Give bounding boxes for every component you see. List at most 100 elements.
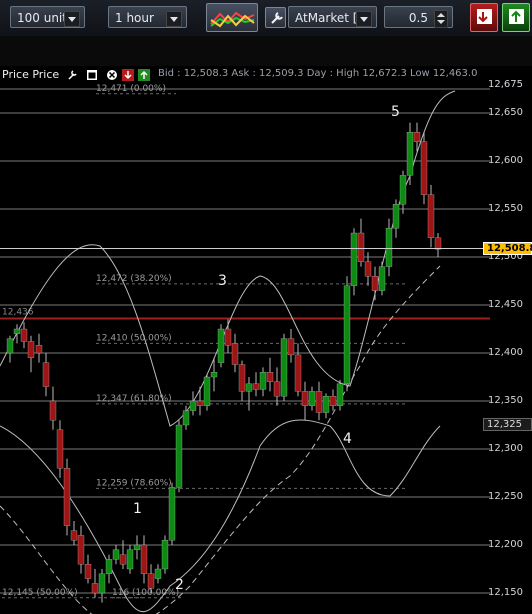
candle-body: [259, 372, 267, 390]
top-toolbar: 100 units 1 hour AtMarket [... 0.5: [0, 0, 532, 37]
fib-label: 12,472 (38.20%): [96, 274, 172, 284]
candle-body: [406, 132, 414, 176]
price-label-12600: 12,600: [488, 155, 523, 166]
chevron-down-icon: [166, 11, 182, 27]
candle-body: [105, 559, 113, 574]
candle-body: [329, 396, 337, 406]
candle-body: [6, 338, 14, 354]
candle-body: [238, 364, 246, 392]
candle-body: [294, 354, 302, 392]
candle-body: [175, 424, 183, 488]
price-label-12325: 12,325: [483, 418, 532, 431]
fib-label: 12,471 (0.00%): [96, 84, 166, 94]
candle-body: [210, 372, 218, 378]
candle-body: [385, 228, 393, 267]
candle-body: [364, 261, 372, 277]
stepper-arrows-icon[interactable]: [434, 10, 448, 28]
candle-body: [266, 372, 274, 382]
candle-body: [126, 549, 134, 570]
candle-body: [84, 564, 92, 579]
left-price-label: 12,436: [2, 307, 34, 317]
price-chart[interactable]: 12,436 12,472 (38.20%) 12,410 (50.00%) 12,3…: [0, 66, 490, 614]
candle-body: [427, 194, 435, 238]
chevron-down-icon: [64, 11, 80, 27]
buy-arrow-icon: [509, 9, 524, 24]
price-label-12300: 12,300: [488, 443, 523, 454]
candle-body: [203, 376, 211, 406]
candle-body: [378, 266, 386, 291]
price-label-12150: 12,150: [488, 587, 523, 598]
candle-body: [434, 237, 442, 250]
fib-label: 12,347 (61.80%): [96, 394, 172, 404]
candle-body: [27, 341, 35, 358]
candle-body: [140, 544, 148, 574]
settings-button[interactable]: [265, 7, 286, 28]
timeframe-dropdown-label: 1 hour: [115, 11, 154, 25]
size-stepper[interactable]: 0.5: [384, 6, 453, 28]
timeframe-dropdown[interactable]: 1 hour: [108, 6, 187, 28]
chart-lines-icon: [210, 11, 255, 28]
candle-body: [13, 328, 21, 334]
candle-body: [98, 573, 106, 594]
candle-body: [147, 573, 155, 589]
candle-body: [280, 338, 288, 397]
price-label-12650: 12,650: [488, 107, 523, 118]
candle-body: [63, 468, 71, 526]
units-dropdown[interactable]: 100 units: [10, 6, 85, 28]
price-label-12675: 12,675: [488, 79, 523, 90]
candle-body: [399, 175, 407, 205]
candle-body: [301, 391, 309, 406]
candle-body: [273, 381, 281, 397]
sell-arrow-icon: [477, 9, 492, 24]
candle-body: [308, 391, 316, 406]
candle-body: [35, 345, 43, 354]
candle-body: [56, 429, 64, 469]
candle-body: [322, 396, 330, 413]
candle-body: [70, 530, 78, 541]
candle-body: [91, 583, 99, 594]
candle-body: [413, 132, 421, 142]
fib-label: 12,259 (78.60%): [96, 478, 172, 488]
fib-label: 12,410 (50.00%): [96, 333, 172, 343]
price-label-12400: 12,400: [488, 347, 523, 358]
wave-label: 4: [343, 431, 352, 447]
candle-body: [20, 328, 28, 342]
candle-body: [245, 383, 253, 392]
sell-button[interactable]: [470, 3, 498, 32]
candle-body: [161, 540, 169, 570]
chart-type-button[interactable]: [206, 3, 258, 32]
candle-body: [371, 276, 379, 291]
candle-body: [196, 400, 204, 406]
candle-body: [182, 410, 190, 426]
order-type-dropdown[interactable]: AtMarket [...: [288, 6, 377, 28]
candle-body: [168, 487, 176, 541]
candle-body: [217, 328, 225, 363]
price-axis: 12,675 12,650 12,600 12,550 12,500 12,45…: [483, 66, 532, 614]
candle-body: [392, 204, 400, 229]
candle-body: [231, 343, 239, 365]
wave-label: 5: [391, 104, 400, 120]
size-stepper-value: 0.5: [408, 11, 428, 25]
candle-body: [133, 544, 141, 550]
candle-body: [315, 391, 323, 413]
candle-body: [112, 549, 120, 560]
candle-body: [336, 383, 344, 406]
price-label-12550: 12,550: [488, 203, 523, 214]
candle-body: [119, 554, 127, 565]
fib-label: 12,145 (50.00%): [2, 588, 78, 598]
candle-body: [420, 141, 428, 195]
panel-spacer: [0, 36, 532, 66]
candle-body: [77, 535, 85, 565]
price-label-12250: 12,250: [488, 491, 523, 502]
candle-body: [224, 328, 232, 346]
buy-button[interactable]: [502, 3, 530, 32]
wave-label: 1: [133, 501, 142, 517]
price-label-12450: 12,450: [488, 299, 523, 310]
chevron-down-icon: [356, 11, 372, 27]
current-price-label: 12,508.8: [483, 242, 532, 255]
candle-body: [42, 362, 50, 387]
candle-body: [252, 383, 260, 390]
price-label-12200: 12,200: [488, 539, 523, 550]
wave-label: 2: [175, 577, 184, 593]
wrench-icon: [271, 12, 283, 24]
